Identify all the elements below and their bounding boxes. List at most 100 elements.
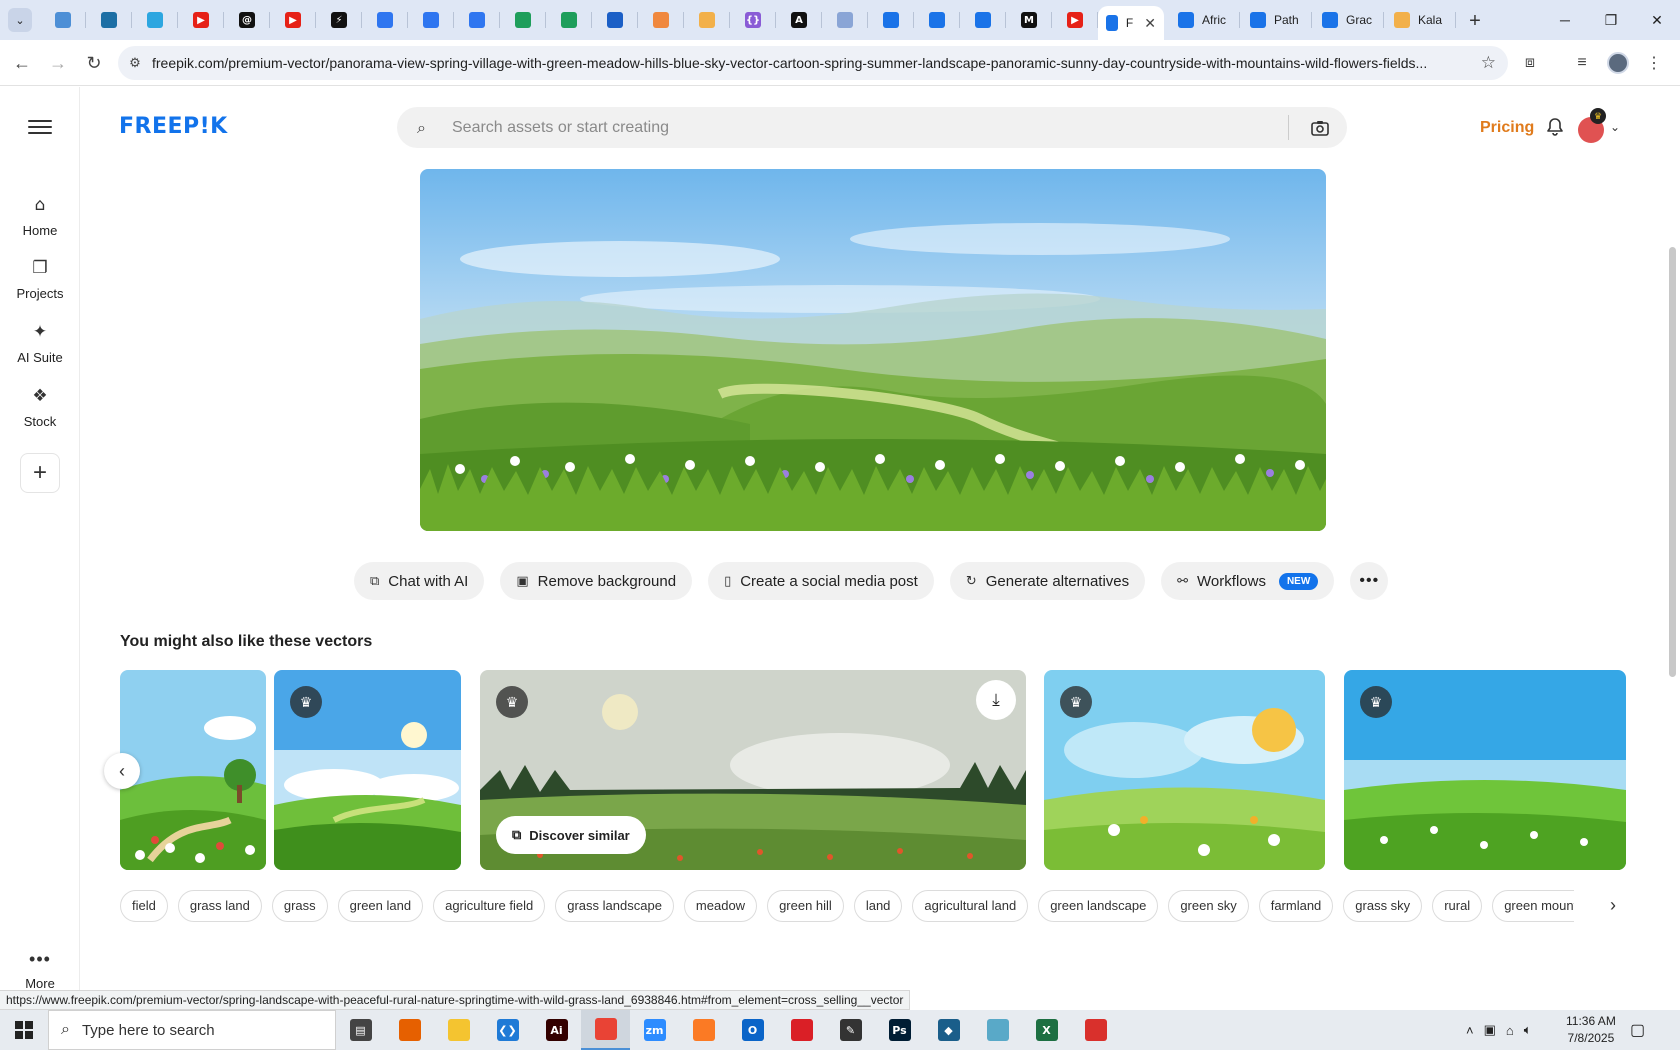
remove-background-button[interactable]: ▣ Remove background [500,562,693,600]
related-card[interactable] [120,670,266,870]
related-card[interactable]: ♛ [1044,670,1325,870]
taskbar-app-illustrator[interactable]: Ai [532,1010,581,1050]
scrollbar-thumb[interactable] [1669,247,1676,677]
volume-icon[interactable]: 🔈︎ [1524,1022,1532,1038]
tag-chip[interactable]: grass landscape [555,890,674,922]
pinned-tab[interactable] [546,0,592,40]
pinned-tab[interactable]: A [776,0,822,40]
close-window-button[interactable]: ✕ [1634,0,1680,40]
search-input[interactable] [452,107,1252,148]
forward-button[interactable]: → [46,51,70,75]
pinned-tab[interactable] [454,0,500,40]
tags-next-chevron-icon[interactable]: › [1610,895,1616,916]
taskbar-app-firefox[interactable] [385,1010,434,1050]
taskbar-app-app-blue[interactable]: ◆ [924,1010,973,1050]
network-icon[interactable]: ⌂ [1506,1023,1514,1038]
taskbar-app-app-notepad[interactable] [973,1010,1022,1050]
generate-alternatives-button[interactable]: ↻ Generate alternatives [949,562,1146,600]
tag-chip[interactable]: land [853,890,903,922]
pinned-tab[interactable]: ▶ [178,0,224,40]
tag-chip[interactable]: meadow [683,890,758,922]
taskbar-app-file-explorer[interactable] [434,1010,483,1050]
rail-item-home[interactable]: ⌂ Home [0,195,80,238]
tag-chip[interactable]: green landscape [1038,890,1159,922]
tab-path[interactable]: Path [1240,0,1312,40]
tag-chip[interactable]: grass land [177,890,262,922]
pinned-tab[interactable] [362,0,408,40]
taskbar-app-creative-cloud[interactable] [777,1010,826,1050]
tray-expand-icon[interactable]: ˄ [1466,1023,1474,1038]
pricing-link[interactable]: Pricing [1480,119,1534,137]
pinned-tab[interactable] [500,0,546,40]
pinned-tab[interactable] [132,0,178,40]
pinned-tab[interactable] [914,0,960,40]
active-tab[interactable]: F ✕ [1098,6,1164,40]
taskbar-app-xampp[interactable] [679,1010,728,1050]
pinned-tab[interactable] [822,0,868,40]
tray-app-icon[interactable]: ▣ [1484,1022,1496,1038]
camera-icon[interactable] [1309,117,1331,139]
tag-chip[interactable]: agriculture field [433,890,546,922]
site-info-icon[interactable]: ⚙ [118,55,152,71]
pinned-tab[interactable] [684,0,730,40]
rail-item-stock[interactable]: ❖ Stock [0,386,80,429]
download-button[interactable]: ⤓ [976,680,1016,720]
tab-search-button[interactable]: ⌄ [8,8,32,32]
pinned-tab[interactable]: ▶ [1052,0,1098,40]
address-bar[interactable]: ⚙ freepik.com/premium-vector/panorama-vi… [118,46,1508,80]
taskbar-app-excel[interactable]: X [1022,1010,1071,1050]
tab-afric[interactable]: Afric [1168,0,1240,40]
taskbar-app-vscode[interactable]: ❮❯ [483,1010,532,1050]
reload-button[interactable]: ↻ [82,51,106,75]
extensions-icon[interactable]: ⧈ [1518,51,1542,75]
profile-avatar[interactable] [1606,51,1630,75]
media-control-icon[interactable]: ≡ [1570,51,1594,75]
pinned-tab[interactable] [408,0,454,40]
pinned-tab[interactable] [592,0,638,40]
taskbar-app-outlook[interactable]: O [728,1010,777,1050]
tab-kala[interactable]: Kala [1384,0,1456,40]
browser-menu-icon[interactable]: ⋮ [1642,51,1666,75]
close-tab-icon[interactable]: ✕ [1144,15,1156,32]
tab-grac[interactable]: Grac [1312,0,1384,40]
chevron-down-icon[interactable]: ⌄ [1610,120,1620,134]
bookmark-star-icon[interactable]: ☆ [1481,53,1496,73]
pinned-tab[interactable] [868,0,914,40]
minimize-button[interactable]: ─ [1542,0,1588,40]
restore-button[interactable]: ❐ [1588,0,1634,40]
more-actions-button[interactable]: ••• [1350,562,1389,600]
back-button[interactable]: ← [10,51,34,75]
pinned-tab[interactable]: ⚡ [316,0,362,40]
tag-chip[interactable]: green mountain [1492,890,1574,922]
taskbar-app-app-red[interactable] [1071,1010,1120,1050]
taskbar-app-task-view[interactable]: ▤ [336,1010,385,1050]
system-clock[interactable]: 11:36 AM 7/8/2025 [1566,1013,1616,1047]
taskbar-app-chrome[interactable] [581,1010,630,1050]
tag-chip[interactable]: green land [337,890,424,922]
menu-icon[interactable] [28,115,52,139]
taskbar-app-zoom[interactable]: zm [630,1010,679,1050]
taskbar-search[interactable]: ⌕ Type here to search [48,1010,336,1050]
workflows-button[interactable]: ⚯ Workflows NEW [1161,562,1335,600]
pinned-tab[interactable]: ▶ [270,0,316,40]
tag-chip[interactable]: rural [1432,890,1483,922]
windows-start-button[interactable] [0,1010,48,1050]
tag-chip[interactable]: farmland [1258,890,1334,922]
chat-with-ai-button[interactable]: ⧉ Chat with AI [354,562,485,600]
page-scrollbar[interactable] [1664,87,1680,992]
pinned-tab[interactable] [40,0,86,40]
pinned-tab[interactable] [960,0,1006,40]
pinned-tab[interactable] [638,0,684,40]
related-card[interactable]: ♛ [1344,670,1626,870]
rail-item-ai-suite[interactable]: ✦ AI Suite [0,322,80,365]
tag-chip[interactable]: field [120,890,168,922]
pinned-tab[interactable]: {} [730,0,776,40]
tag-chip[interactable]: green hill [767,890,844,922]
pinned-tab[interactable]: M [1006,0,1052,40]
main-vector-image[interactable] [420,169,1326,531]
add-button[interactable]: + [20,453,60,493]
pinned-tab[interactable]: @ [224,0,270,40]
tag-chip[interactable]: green sky [1168,890,1249,922]
tag-chip[interactable]: grass [271,890,328,922]
tag-chip[interactable]: agricultural land [912,890,1029,922]
